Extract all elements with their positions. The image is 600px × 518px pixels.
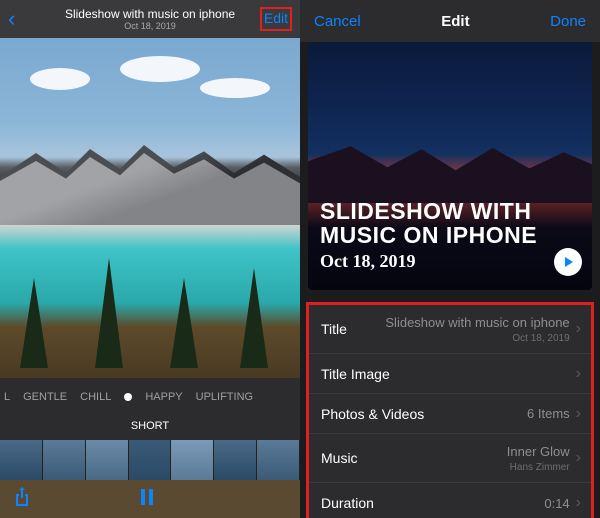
row-duration[interactable]: Duration 0:14 ›	[309, 483, 591, 518]
edit-settings-list: Title Slideshow with music on iphone Oct…	[306, 302, 594, 518]
edit-highlight-box: Edit	[260, 7, 292, 31]
chevron-right-icon: ›	[576, 494, 581, 512]
edit-header-title: Edit	[441, 13, 469, 30]
edit-header: Cancel Edit Done	[300, 0, 600, 42]
chevron-right-icon: ›	[576, 365, 581, 383]
memory-preview-image[interactable]	[0, 38, 300, 378]
chevron-right-icon: ›	[576, 449, 581, 467]
thumbnail[interactable]	[0, 440, 43, 480]
player-header: ‹ Slideshow with music on iphone Oct 18,…	[0, 0, 300, 38]
row-music[interactable]: Music Inner Glow Hans Zimmer ›	[309, 434, 591, 483]
memory-hero-image: SLIDESHOW WITH MUSIC ON IPHONE Oct 18, 2…	[308, 42, 592, 290]
row-value: Inner Glow	[507, 444, 570, 459]
thumbnail[interactable]	[129, 440, 172, 480]
edit-button[interactable]: Edit	[264, 10, 288, 26]
memory-player-screen: ‹ Slideshow with music on iphone Oct 18,…	[0, 0, 300, 518]
thumbnail[interactable]	[257, 440, 300, 480]
player-subtitle: Oct 18, 2019	[0, 21, 300, 31]
length-label[interactable]: SHORT	[0, 416, 300, 440]
row-title[interactable]: Title Slideshow with music on iphone Oct…	[309, 305, 591, 354]
share-icon[interactable]	[14, 487, 30, 512]
row-label: Title Image	[321, 366, 390, 382]
row-label: Duration	[321, 495, 374, 511]
mood-selector: L GENTLE CHILL HAPPY UPLIFTING	[0, 378, 300, 416]
pause-icon[interactable]	[140, 489, 154, 510]
row-title-image[interactable]: Title Image ›	[309, 354, 591, 394]
cancel-button[interactable]: Cancel	[314, 13, 361, 30]
back-chevron-icon[interactable]: ‹	[8, 8, 15, 30]
thumbnail-strip[interactable]	[0, 440, 300, 480]
row-value: Slideshow with music on iphone	[385, 315, 569, 330]
row-subvalue: Hans Zimmer	[507, 462, 570, 473]
player-title: Slideshow with music on iphone	[0, 7, 300, 21]
chevron-right-icon: ›	[576, 405, 581, 423]
row-value: 0:14	[544, 496, 569, 511]
row-value: 6 Items	[527, 406, 570, 421]
thumbnail[interactable]	[43, 440, 86, 480]
chevron-right-icon: ›	[576, 320, 581, 338]
row-photos-videos[interactable]: Photos & Videos 6 Items ›	[309, 394, 591, 434]
mood-option[interactable]: GENTLE	[23, 391, 67, 403]
play-button-icon[interactable]	[554, 248, 582, 276]
thumbnail[interactable]	[214, 440, 257, 480]
row-label: Music	[321, 450, 358, 466]
mood-indicator-dot	[124, 393, 132, 401]
row-label: Title	[321, 321, 347, 337]
memory-edit-screen: Cancel Edit Done SLIDESHOW WITH MUSIC ON…	[300, 0, 600, 518]
mood-option[interactable]: L	[4, 391, 10, 403]
mood-option[interactable]: HAPPY	[145, 391, 182, 403]
hero-title: SLIDESHOW WITH MUSIC ON IPHONE	[320, 199, 552, 247]
hero-date: Oct 18, 2019	[320, 251, 552, 272]
mood-option[interactable]: UPLIFTING	[196, 391, 253, 403]
mood-option[interactable]: CHILL	[80, 391, 111, 403]
done-button[interactable]: Done	[550, 13, 586, 30]
row-subvalue: Oct 18, 2019	[385, 333, 569, 344]
row-label: Photos & Videos	[321, 406, 424, 422]
thumbnail[interactable]	[171, 440, 214, 480]
thumbnail[interactable]	[86, 440, 129, 480]
player-bottom-bar	[0, 480, 300, 518]
